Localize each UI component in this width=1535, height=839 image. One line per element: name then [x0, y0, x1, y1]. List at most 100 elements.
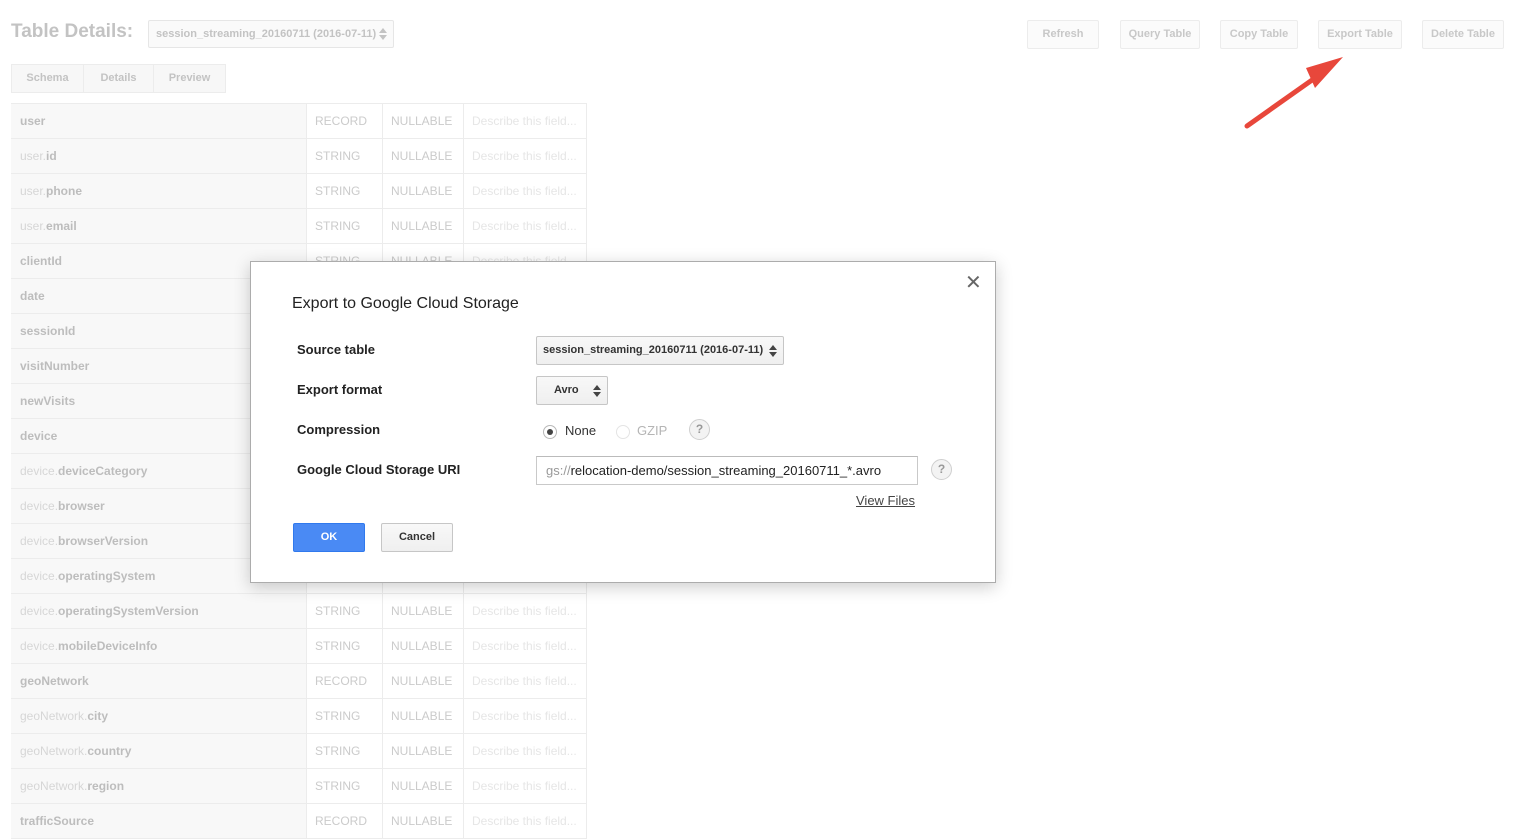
field-name: device.operatingSystemVersion [11, 594, 307, 628]
field-name: geoNetwork.city [11, 699, 307, 733]
field-type: STRING [307, 174, 383, 208]
field-prefix: geoNetwork. [20, 709, 88, 723]
dialog-title: Export to Google Cloud Storage [292, 295, 519, 312]
radio-none-label: None [565, 423, 597, 438]
schema-row: user.phone STRING NULLABLE Describe this fi… [11, 174, 587, 209]
view-files-link[interactable]: View Files [856, 493, 915, 508]
field-name: user [11, 104, 307, 138]
field-name-text: operatingSystemVersion [58, 604, 199, 618]
field-name-text: device [20, 429, 58, 443]
export-format-value: Avro [554, 384, 579, 396]
field-prefix: user. [20, 219, 47, 233]
field-description-input[interactable]: Describe this field... [464, 664, 587, 698]
field-name-text: phone [46, 184, 83, 198]
radio-none[interactable] [543, 425, 557, 439]
table-select-value: session_streaming_20160711 (2016-07-11) [156, 28, 377, 40]
field-name: device.mobileDeviceInfo [11, 629, 307, 663]
field-name-text: deviceCategory [58, 464, 148, 478]
schema-row: trafficSource RECORD NULLABLE Describe this… [11, 804, 587, 839]
field-name: geoNetwork.country [11, 734, 307, 768]
table-select[interactable]: session_streaming_20160711 (2016-07-11) [148, 20, 394, 48]
field-name-text: mobileDeviceInfo [58, 639, 158, 653]
field-prefix: geoNetwork. [20, 744, 88, 758]
field-description-input[interactable]: Describe this field... [464, 209, 587, 243]
export-dialog: ✕ Export to Google Cloud Storage Source … [250, 261, 996, 583]
field-description-input[interactable]: Describe this field... [464, 594, 587, 628]
tab-preview[interactable]: Preview [154, 65, 225, 92]
export-format-select[interactable]: Avro [536, 376, 608, 405]
gcs-uri-input[interactable]: gs://relocation-demo/session_streaming_2… [536, 456, 918, 485]
field-prefix: device. [20, 604, 59, 618]
field-description-input[interactable]: Describe this field... [464, 629, 587, 663]
field-mode: NULLABLE [383, 594, 464, 628]
uri-path: relocation-demo/session_streaming_201607… [570, 463, 882, 478]
schema-row: device.mobileDeviceInfo STRING NULLABLE Des… [11, 629, 587, 664]
field-name-text: geoNetwork [20, 674, 89, 688]
field-name-text: newVisits [20, 394, 76, 408]
field-description-input[interactable]: Describe this field... [464, 699, 587, 733]
schema-row: user.email STRING NULLABLE Describe this fi… [11, 209, 587, 244]
field-type: STRING [307, 629, 383, 663]
field-mode: NULLABLE [383, 734, 464, 768]
field-prefix: user. [20, 149, 47, 163]
field-mode: NULLABLE [383, 104, 464, 138]
field-type: RECORD [307, 664, 383, 698]
field-name-text: region [87, 779, 125, 793]
field-name-text: email [46, 219, 77, 233]
field-prefix: device. [20, 534, 59, 548]
cancel-button[interactable]: Cancel [381, 523, 453, 552]
field-type: STRING [307, 594, 383, 628]
field-description-input[interactable]: Describe this field... [464, 734, 587, 768]
compression-help-icon[interactable]: ? [689, 419, 710, 440]
select-arrows-icon [769, 344, 777, 358]
field-description-input[interactable]: Describe this field... [464, 104, 587, 138]
field-name-text: visitNumber [20, 359, 90, 373]
uri-label: Google Cloud Storage URI [297, 462, 461, 477]
delete-table-button[interactable]: Delete Table [1422, 20, 1504, 49]
field-mode: NULLABLE [383, 699, 464, 733]
field-name-text: sessionId [20, 324, 76, 338]
copy-table-button[interactable]: Copy Table [1220, 20, 1298, 49]
query-table-button[interactable]: Query Table [1120, 20, 1200, 49]
field-name-text: operatingSystem [58, 569, 156, 583]
schema-row: user RECORD NULLABLE Describe this field... [11, 104, 587, 139]
uri-scheme: gs:// [546, 463, 571, 478]
field-type: STRING [307, 209, 383, 243]
refresh-button[interactable]: Refresh [1027, 20, 1099, 49]
field-mode: NULLABLE [383, 139, 464, 173]
field-name: geoNetwork.region [11, 769, 307, 803]
details-tabs: Schema Details Preview [11, 64, 226, 93]
tab-details[interactable]: Details [84, 65, 154, 92]
uri-help-icon[interactable]: ? [931, 459, 952, 480]
field-type: STRING [307, 139, 383, 173]
field-name-text: city [87, 709, 109, 723]
close-icon[interactable]: ✕ [965, 273, 982, 293]
field-name-text: trafficSource [20, 814, 95, 828]
source-table-value: session_streaming_20160711 (2016-07-11) [543, 344, 764, 356]
ok-button[interactable]: OK [293, 523, 365, 552]
field-name-text: browserVersion [58, 534, 149, 548]
field-description-input[interactable]: Describe this field... [464, 769, 587, 803]
schema-row: geoNetwork.region STRING NULLABLE Describe … [11, 769, 587, 804]
field-description-input[interactable]: Describe this field... [464, 139, 587, 173]
source-table-label: Source table [297, 342, 376, 357]
field-name-text: user [20, 114, 46, 128]
tab-schema[interactable]: Schema [12, 65, 84, 92]
field-mode: NULLABLE [383, 174, 464, 208]
field-name: user.phone [11, 174, 307, 208]
select-arrows-icon [379, 27, 387, 41]
export-table-button[interactable]: Export Table [1318, 20, 1402, 49]
field-prefix: user. [20, 184, 47, 198]
field-prefix: device. [20, 569, 59, 583]
field-type: RECORD [307, 104, 383, 138]
field-name: user.email [11, 209, 307, 243]
field-type: STRING [307, 769, 383, 803]
source-table-select[interactable]: session_streaming_20160711 (2016-07-11) [536, 336, 784, 365]
field-description-input[interactable]: Describe this field... [464, 174, 587, 208]
field-type: STRING [307, 734, 383, 768]
field-prefix: device. [20, 639, 59, 653]
radio-gzip [616, 425, 630, 439]
field-mode: NULLABLE [383, 664, 464, 698]
field-name-text: date [20, 289, 45, 303]
field-name-text: id [46, 149, 57, 163]
